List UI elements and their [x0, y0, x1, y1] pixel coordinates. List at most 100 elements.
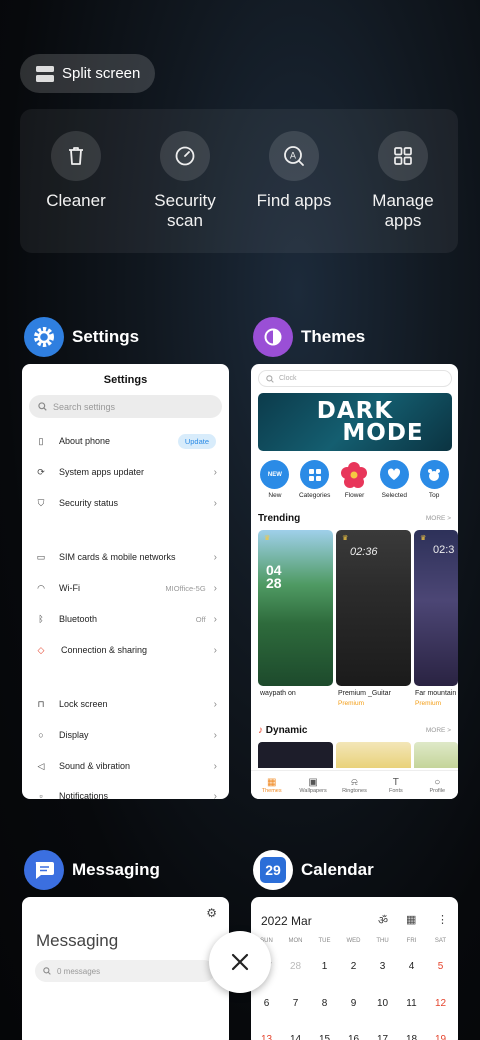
- dynamic-section-header: ♪ Dynamic MORE >: [258, 725, 451, 736]
- calendar-day[interactable]: 28: [281, 961, 310, 972]
- premium-tag: Premium: [338, 700, 365, 707]
- security-scan-label: Security scan: [154, 191, 216, 230]
- trending-thumb-waypath[interactable]: 04 28 ♛: [258, 530, 333, 686]
- messaging-title: Messaging: [36, 931, 119, 950]
- crown-icon: ♛: [342, 535, 349, 542]
- themes-recent-card[interactable]: Clock DARK MODE NEW New Categories Flowe…: [251, 364, 458, 799]
- settings-recent-card[interactable]: Settings Search settings ▯ About phone U…: [22, 364, 229, 799]
- settings-app-header: Settings: [24, 317, 139, 357]
- themes-search-input[interactable]: Clock: [258, 370, 452, 387]
- settings-row-display[interactable]: ○ Display ›: [22, 725, 229, 745]
- calendar-day[interactable]: 2: [339, 961, 368, 972]
- calendar-month-label: 2022 Mar: [261, 914, 312, 928]
- calendar-day[interactable]: 13: [252, 1034, 281, 1040]
- bluetooth-icon: ᛒ: [38, 614, 44, 624]
- lunar-icon[interactable]: ॐ: [378, 913, 388, 928]
- calendar-day[interactable]: 14: [281, 1034, 310, 1040]
- close-all-button[interactable]: [209, 931, 271, 993]
- category-new[interactable]: NEW New: [255, 460, 295, 499]
- messaging-search-placeholder: 0 messages: [57, 966, 101, 976]
- dynamic-thumb[interactable]: [336, 742, 411, 768]
- find-apps-button[interactable]: A Find apps: [249, 131, 339, 211]
- security-scan-button[interactable]: Security scan: [140, 131, 230, 231]
- settings-row-connection-sharing[interactable]: ◇ Connection & sharing ›: [22, 640, 229, 660]
- settings-search-input[interactable]: Search settings: [29, 395, 222, 418]
- dynamic-more-link[interactable]: MORE >: [426, 727, 451, 734]
- calendar-day[interactable]: 18: [397, 1034, 426, 1040]
- messaging-recent-card[interactable]: ⚙ Messaging 0 messages: [22, 897, 229, 1040]
- messaging-search-input[interactable]: 0 messages: [35, 960, 215, 982]
- grid-icon: [378, 131, 428, 181]
- calendar-day[interactable]: 6: [252, 998, 281, 1009]
- message-bubble-icon: [24, 850, 64, 890]
- calendar-day[interactable]: 10: [368, 998, 397, 1009]
- themes-tab-bar: ▦ Themes ▣ Wallpapers ⍾ Ringtones T Fonts ○ P…: [251, 770, 458, 799]
- settings-row-notifications[interactable]: ▫ Notifications ›: [22, 786, 229, 800]
- cleaner-button[interactable]: Cleaner: [31, 131, 121, 211]
- trending-more-link[interactable]: MORE >: [426, 515, 451, 522]
- calendar-day[interactable]: 11: [397, 998, 426, 1009]
- chevron-right-icon: ›: [213, 466, 217, 478]
- trending-thumb-far-mountain[interactable]: 02:3 ♛: [414, 530, 458, 686]
- calendar-day[interactable]: 1: [310, 961, 339, 972]
- font-icon: T: [392, 776, 399, 788]
- row-label: System apps updater: [59, 467, 145, 477]
- settings-app-name: Settings: [72, 327, 140, 346]
- dark-mode-banner[interactable]: DARK MODE: [258, 393, 452, 451]
- tab-fonts[interactable]: T Fonts: [376, 777, 416, 794]
- calendar-grid-icon[interactable]: ▦: [406, 913, 416, 926]
- category-selected[interactable]: Selected: [374, 460, 414, 499]
- tab-wallpapers[interactable]: ▣ Wallpapers: [293, 777, 333, 794]
- settings-gear-icon[interactable]: ⚙: [206, 906, 217, 920]
- calendar-day[interactable]: 19: [426, 1034, 455, 1040]
- calendar-day[interactable]: 12: [426, 998, 455, 1009]
- settings-row-bluetooth[interactable]: ᛒ Bluetooth Off ›: [22, 609, 229, 629]
- find-apps-icon: A: [269, 131, 319, 181]
- calendar-day[interactable]: 4: [397, 961, 426, 972]
- settings-row-sound-vibration[interactable]: ◁ Sound & vibration ›: [22, 756, 229, 776]
- row-label: Sound & vibration: [59, 761, 131, 771]
- search-icon: [38, 402, 47, 411]
- dynamic-thumb[interactable]: [258, 742, 333, 768]
- more-icon[interactable]: ⋮: [437, 913, 448, 926]
- category-top[interactable]: Top: [414, 460, 454, 499]
- settings-row-about-phone[interactable]: ▯ About phone Update: [22, 431, 229, 451]
- tab-ringtones[interactable]: ⍾ Ringtones: [334, 777, 374, 794]
- trending-thumb-guitar[interactable]: 02:36 ♛: [336, 530, 411, 686]
- profile-icon: ○: [434, 776, 441, 788]
- calendar-day[interactable]: 17: [368, 1034, 397, 1040]
- banner-line1: DARK: [316, 398, 394, 424]
- crown-icon: ♛: [420, 535, 427, 542]
- calendar-day[interactable]: 5: [426, 961, 455, 972]
- tab-themes[interactable]: ▦ Themes: [252, 777, 292, 794]
- themes-drop-icon: [253, 317, 293, 357]
- settings-row-sim-cards[interactable]: ▭ SIM cards & mobile networks ›: [22, 547, 229, 567]
- calendar-day[interactable]: 16: [339, 1034, 368, 1040]
- calendar-app-header: 29 Calendar: [253, 850, 374, 890]
- row-label: Lock screen: [59, 699, 108, 709]
- manage-apps-button[interactable]: Manage apps: [358, 131, 448, 231]
- update-badge: Update: [177, 433, 216, 449]
- lock-icon: ⊓: [37, 698, 45, 709]
- tab-profile[interactable]: ○ Profile: [417, 777, 457, 794]
- settings-row-security-status[interactable]: ⛉ Security status ›: [22, 493, 229, 513]
- theme-categories: NEW New Categories Flower Selected Top: [251, 460, 458, 499]
- speaker-icon: ◁: [37, 760, 45, 771]
- calendar-day[interactable]: 7: [281, 998, 310, 1009]
- dynamic-thumb[interactable]: [414, 742, 458, 768]
- calendar-day[interactable]: 3: [368, 961, 397, 972]
- calendar-day[interactable]: 8: [310, 998, 339, 1009]
- settings-row-lock-screen[interactable]: ⊓ Lock screen ›: [22, 694, 229, 714]
- calendar-day[interactable]: 9: [339, 998, 368, 1009]
- calendar-recent-card[interactable]: 2022 Mar ॐ ▦ ⋮ SUNMONTUEWEDTHUFRISAT2728…: [251, 897, 458, 1040]
- messaging-app-name: Messaging: [72, 860, 160, 879]
- image-icon: ▣: [308, 776, 318, 788]
- category-flower[interactable]: Flower: [335, 460, 375, 499]
- settings-row-system-apps-updater[interactable]: ⟳ System apps updater ›: [22, 462, 229, 482]
- category-categories[interactable]: Categories: [295, 460, 335, 499]
- row-label: Bluetooth: [59, 614, 98, 624]
- calendar-day[interactable]: 15: [310, 1034, 339, 1040]
- split-screen-button[interactable]: Split screen: [20, 54, 155, 93]
- settings-row-wifi[interactable]: ◠ Wi-Fi MIOffice-5G ›: [22, 578, 229, 598]
- thumb-clock: 02:36: [350, 546, 378, 558]
